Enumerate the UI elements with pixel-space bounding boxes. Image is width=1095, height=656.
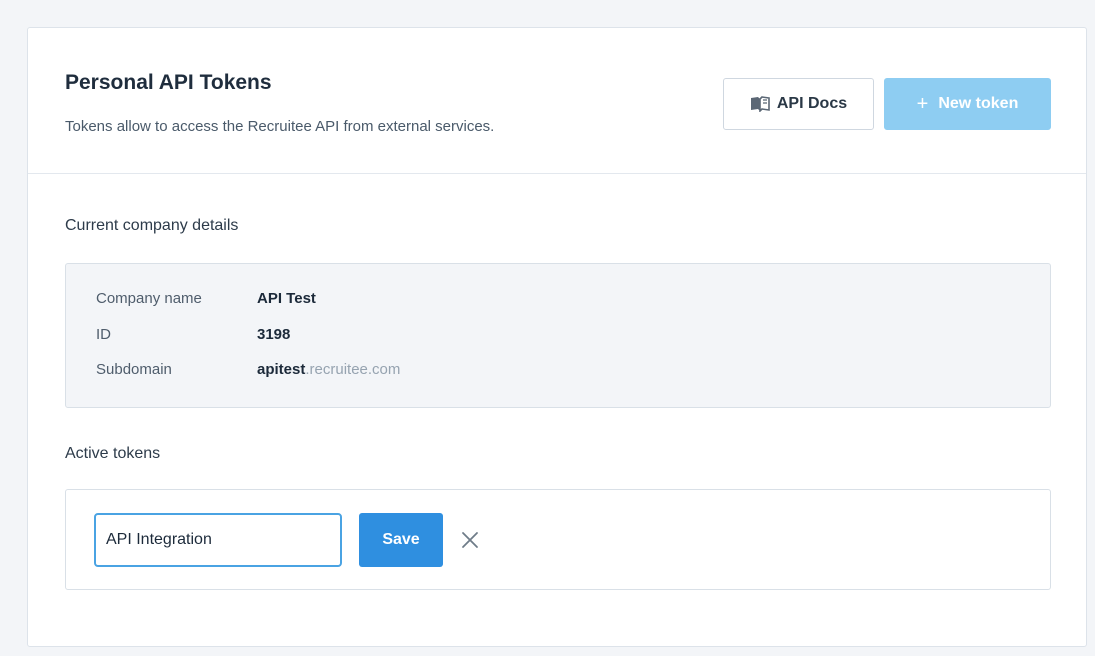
api-docs-label: API Docs xyxy=(776,95,848,112)
detail-value: apitest.recruitee.com xyxy=(257,361,400,378)
new-token-label: New token xyxy=(938,95,1019,112)
active-tokens-heading: Active tokens xyxy=(65,445,161,462)
page-title: Personal API Tokens xyxy=(65,71,272,94)
new-token-button[interactable]: + New token xyxy=(884,78,1051,130)
detail-value: API Test xyxy=(257,290,316,307)
card-header: Personal API Tokens Tokens allow to acce… xyxy=(28,28,1086,174)
close-icon[interactable] xyxy=(458,528,482,552)
token-name-input[interactable] xyxy=(94,513,342,567)
detail-key: Company name xyxy=(96,290,202,307)
api-docs-button[interactable]: API Docs xyxy=(723,78,874,130)
book-icon xyxy=(750,96,770,112)
detail-row-id: ID 3198 xyxy=(96,326,290,343)
company-details-heading: Current company details xyxy=(65,217,239,234)
subdomain-value: apitest xyxy=(257,361,306,378)
company-details-panel: Company name API Test ID 3198 Subdomain … xyxy=(65,263,1051,408)
detail-key: ID xyxy=(96,326,111,343)
save-button[interactable]: Save xyxy=(359,513,443,567)
page-subtitle: Tokens allow to access the Recruitee API… xyxy=(65,118,495,135)
detail-value: 3198 xyxy=(257,326,291,343)
active-tokens-panel: Save xyxy=(65,489,1051,590)
api-tokens-card: Personal API Tokens Tokens allow to acce… xyxy=(27,27,1087,647)
detail-row-company-name: Company name API Test xyxy=(96,290,316,307)
detail-key: Subdomain xyxy=(96,361,172,378)
plus-icon: + xyxy=(916,93,929,115)
detail-row-subdomain: Subdomain apitest.recruitee.com xyxy=(96,361,400,378)
subdomain-suffix: .recruitee.com xyxy=(305,361,401,378)
